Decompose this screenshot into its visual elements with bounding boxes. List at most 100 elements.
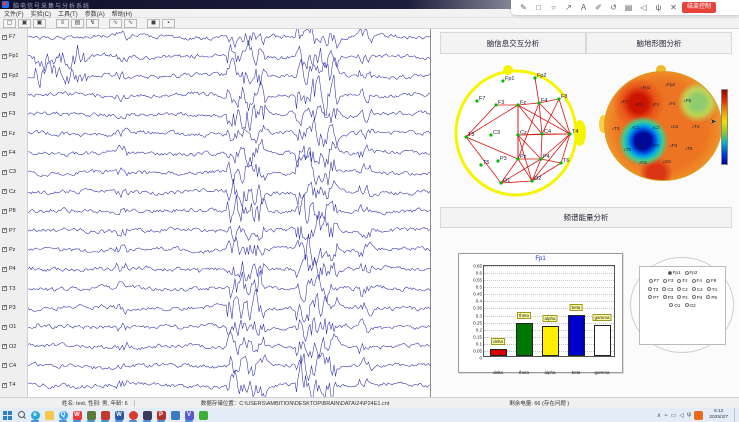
tray-icon-3[interactable]: ◁ <box>679 412 684 419</box>
selector-option-Fp2[interactable]: Fp2 <box>685 270 698 275</box>
radio-F4[interactable] <box>692 279 696 283</box>
menu-item-1[interactable]: 实验(C) <box>31 9 51 18</box>
tray-icon-1[interactable]: ⌁ <box>664 412 668 419</box>
note-icon[interactable]: ▤ <box>622 2 635 13</box>
tab-brain-topography[interactable]: 脑地形图分析 <box>586 32 732 54</box>
tray-app-icon[interactable] <box>694 411 703 420</box>
mic-icon[interactable]: ψ <box>652 2 665 13</box>
menu-item-4[interactable]: 帮助(H) <box>112 9 132 18</box>
close-icon[interactable]: ✕ <box>667 2 680 13</box>
selector-option-Fz[interactable]: Fz <box>677 278 687 283</box>
channel-checkbox-Pz[interactable] <box>2 247 7 252</box>
radio-P3[interactable] <box>663 295 667 299</box>
taskbar-app-globe[interactable] <box>168 408 182 422</box>
channel-checkbox-Cz[interactable] <box>2 189 7 194</box>
selector-option-T4[interactable]: T4 <box>707 287 717 292</box>
undo-icon[interactable]: ↺ <box>607 2 620 13</box>
taskbar-app-file-explorer[interactable] <box>42 408 56 422</box>
radio-P8[interactable] <box>706 295 710 299</box>
selector-option-T3[interactable]: T3 <box>648 287 658 292</box>
toolbar-button-5[interactable]: ↯ <box>86 19 99 28</box>
end-control-button[interactable]: 结束控制 <box>682 2 716 13</box>
radio-F7[interactable] <box>649 279 653 283</box>
taskbar-app-green-app[interactable] <box>196 408 210 422</box>
radio-C3[interactable] <box>662 287 666 291</box>
radio-O2[interactable] <box>685 303 689 307</box>
selector-option-F7[interactable]: F7 <box>649 278 659 283</box>
channel-checkbox-F3[interactable] <box>2 112 7 117</box>
radio-Fp2[interactable] <box>685 271 689 275</box>
selector-option-Cz[interactable]: Cz <box>677 287 688 292</box>
pen-icon[interactable]: ✎ <box>517 2 530 13</box>
selector-option-P4[interactable]: P4 <box>692 295 703 300</box>
taskbar-app-thunder[interactable] <box>98 408 112 422</box>
channel-checkbox-Fp2[interactable] <box>2 73 7 78</box>
toolbar-button-9[interactable]: ▪ <box>162 19 175 28</box>
menu-item-0[interactable]: 文件(F) <box>4 9 24 18</box>
selector-option-O2[interactable]: O2 <box>685 303 696 308</box>
selector-option-P7[interactable]: P7 <box>648 295 659 300</box>
selector-option-C3[interactable]: C3 <box>662 287 673 292</box>
channel-checkbox-T4[interactable] <box>2 383 7 388</box>
channel-checkbox-C4[interactable] <box>2 363 7 368</box>
toolbar-button-4[interactable]: ▤ <box>71 19 84 28</box>
channel-checkbox-Fp1[interactable] <box>2 54 7 59</box>
channel-checkbox-P8[interactable] <box>2 209 7 214</box>
radio-O1[interactable] <box>669 303 673 307</box>
channel-checkbox-F4[interactable] <box>2 151 7 156</box>
taskbar-search-icon[interactable] <box>14 408 28 422</box>
toolbar-button-1[interactable]: ▣ <box>18 19 31 28</box>
taskbar-clock[interactable]: 5:12 2025/2/7 <box>706 409 731 421</box>
toolbar-button-0[interactable]: ▢ <box>3 19 16 28</box>
tray-icon-4[interactable]: ψ <box>687 412 691 419</box>
channel-checkbox-F8[interactable] <box>2 93 7 98</box>
toolbar-button-6[interactable]: ∿ <box>109 19 122 28</box>
taskbar-app-dingtalk[interactable] <box>84 408 98 422</box>
taskbar-app-powerpoint[interactable]: P <box>154 408 168 422</box>
tray-icon-2[interactable]: ▭ <box>671 412 677 419</box>
taskbar-app-netease[interactable] <box>126 408 140 422</box>
menu-item-3[interactable]: 参数(A) <box>85 9 105 18</box>
toolbar-button-7[interactable]: ∿ <box>124 19 137 28</box>
channel-checkbox-P4[interactable] <box>2 267 7 272</box>
radio-P7[interactable] <box>648 295 652 299</box>
text-icon[interactable]: A <box>577 2 590 13</box>
channel-checkbox-F7[interactable] <box>2 35 7 40</box>
radio-Pz[interactable] <box>677 295 681 299</box>
channel-checkbox-P7[interactable] <box>2 228 7 233</box>
radio-C4[interactable] <box>692 287 696 291</box>
toolbar-button-3[interactable]: ≡ <box>56 19 69 28</box>
tab-brain-interaction[interactable]: 脑信息交互分析 <box>440 32 586 54</box>
selector-option-Pz[interactable]: Pz <box>677 295 687 300</box>
radio-T4[interactable] <box>707 287 711 291</box>
radio-Cz[interactable] <box>677 287 681 291</box>
taskbar-app-vstudio[interactable]: V <box>182 408 196 422</box>
radio-F3[interactable] <box>663 279 667 283</box>
selector-option-P8[interactable]: P8 <box>706 295 717 300</box>
toolbar-button-8[interactable]: ◼ <box>147 19 160 28</box>
selector-option-C4[interactable]: C4 <box>692 287 703 292</box>
selector-option-Fp1[interactable]: Fp1 <box>668 270 681 275</box>
selector-option-F3[interactable]: F3 <box>663 278 673 283</box>
tray-icon-0[interactable]: ∧ <box>657 412 661 419</box>
taskbar-app-wps[interactable]: W <box>70 408 84 422</box>
show-desktop-button[interactable] <box>734 408 737 422</box>
radio-F8[interactable] <box>706 279 710 283</box>
channel-checkbox-T3[interactable] <box>2 286 7 291</box>
channel-checkbox-C3[interactable] <box>2 170 7 175</box>
channel-checkbox-Fz[interactable] <box>2 131 7 136</box>
radio-Fp1[interactable] <box>668 271 672 275</box>
channel-checkbox-O2[interactable] <box>2 344 7 349</box>
selector-option-F8[interactable]: F8 <box>706 278 716 283</box>
channel-checkbox-O1[interactable] <box>2 325 7 330</box>
selector-option-P3[interactable]: P3 <box>663 295 674 300</box>
selector-option-F4[interactable]: F4 <box>692 278 702 283</box>
brush-icon[interactable]: ✐ <box>592 2 605 13</box>
radio-Fz[interactable] <box>677 279 681 283</box>
circle-icon[interactable]: ○ <box>547 2 560 13</box>
radio-P4[interactable] <box>692 295 696 299</box>
toolbar-button-2[interactable]: ▣ <box>33 19 46 28</box>
taskbar-app-word[interactable]: W <box>112 408 126 422</box>
arrow-icon[interactable]: ↗ <box>562 2 575 13</box>
spectrum-analysis-header[interactable]: 频谱能量分析 <box>440 207 732 228</box>
